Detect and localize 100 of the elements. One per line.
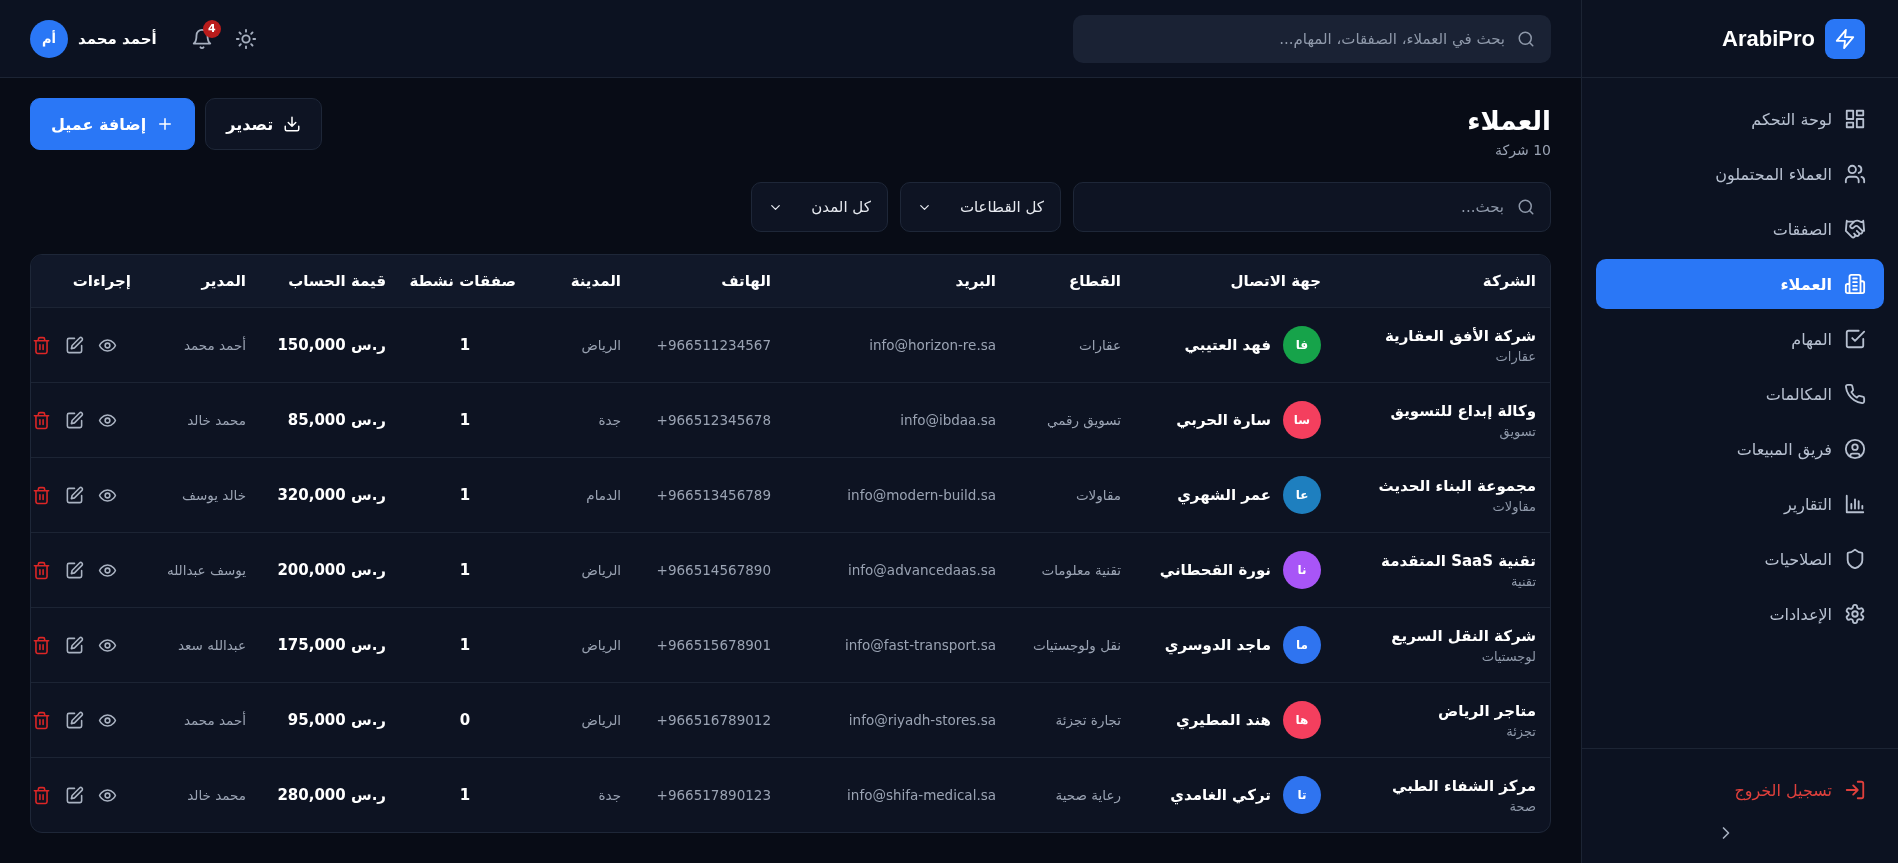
sidebar-item[interactable]: العملاء: [1596, 259, 1884, 309]
sidebar-item[interactable]: الصفقات: [1596, 204, 1884, 254]
company-sector: تقنية: [1511, 573, 1536, 589]
logout-icon: [1844, 779, 1866, 801]
delete-icon[interactable]: [32, 785, 51, 805]
users-icon: [1844, 163, 1866, 185]
logout-link[interactable]: تسجيل الخروج: [1614, 779, 1866, 801]
table-cell: 175,000 ر.س: [277, 636, 386, 654]
company-name: تقنية SaaS المتقدمة: [1381, 551, 1536, 570]
handshake-icon: [1844, 218, 1866, 240]
phone-cell: +966513456789: [656, 487, 771, 503]
edit-icon[interactable]: [65, 335, 84, 355]
contact-avatar: عا: [1283, 476, 1321, 514]
table-cell: 200,000 ر.س: [277, 561, 386, 579]
sector-dropdown[interactable]: كل القطاعات: [899, 182, 1061, 232]
contact-avatar: نا: [1283, 551, 1321, 589]
delete-icon[interactable]: [32, 485, 51, 505]
table-cell: 85,000 ر.س: [287, 411, 386, 429]
table-cell: محمد خالد: [187, 787, 246, 803]
column-header: الشركة: [1481, 272, 1537, 290]
edit-icon[interactable]: [65, 785, 84, 805]
edit-icon[interactable]: [65, 560, 84, 580]
email-cell: info@fast-transport.sa: [844, 637, 996, 653]
company-sector: تجزئة: [1506, 723, 1536, 739]
table-cell: 1: [459, 486, 471, 504]
table-cell: جدة: [598, 412, 621, 428]
sidebar-item[interactable]: فريق المبيعات: [1596, 424, 1884, 474]
delete-icon[interactable]: [32, 560, 51, 580]
email-cell: info@shifa-medical.sa: [847, 787, 996, 803]
contact-name: نورة القحطاني: [1159, 561, 1271, 579]
table-cell: عبدالله سعد: [178, 637, 246, 653]
table-cell: عقارات: [1079, 337, 1121, 353]
sidebar-item[interactable]: المكالمات: [1596, 369, 1884, 419]
contact-name: سارة الحربي: [1176, 411, 1271, 429]
column-header: المدير: [200, 272, 247, 290]
company-sector: لوجستيات: [1481, 648, 1536, 664]
sidebar-item[interactable]: الإعدادات: [1596, 589, 1884, 639]
email-cell: info@riyadh-stores.sa: [848, 712, 996, 728]
sidebar-item[interactable]: الصلاحيات: [1596, 534, 1884, 584]
contact-name: تركي الغامدي: [1170, 786, 1271, 804]
export-button[interactable]: تصدير: [205, 98, 323, 150]
column-header: صفقات نشطة: [408, 272, 517, 290]
contact-name: هند المطيري: [1175, 711, 1271, 729]
table-cell: 1: [459, 636, 471, 654]
delete-icon[interactable]: [32, 710, 51, 730]
delete-icon[interactable]: [32, 410, 51, 430]
company-name: شركة النقل السريع: [1391, 626, 1536, 645]
grid-icon: [1844, 108, 1866, 130]
phone-cell: +966515678901: [656, 637, 771, 653]
table-cell: 1: [459, 411, 471, 429]
delete-icon[interactable]: [32, 635, 51, 655]
search-field[interactable]: بحث في العملاء، الصفقات، المهام...: [1073, 14, 1551, 63]
download-icon: [283, 115, 302, 133]
user-name: أحمد محمد: [78, 29, 157, 48]
column-header: إجراءات: [71, 272, 132, 290]
table-cell: أحمد محمد: [183, 337, 246, 353]
phone-cell: +966516789012: [656, 712, 771, 728]
table-cell: الرياض: [581, 337, 621, 353]
sidebar-item[interactable]: المهام: [1596, 314, 1884, 364]
sidebar-item[interactable]: لوحة التحكم: [1596, 94, 1884, 144]
user-avatar[interactable]: أم: [30, 19, 68, 58]
edit-icon[interactable]: [65, 410, 84, 430]
table-cell: جدة: [598, 787, 621, 803]
company-sector: عقارات: [1495, 348, 1536, 364]
table-cell: 280,000 ر.س: [277, 786, 386, 804]
edit-icon[interactable]: [65, 635, 84, 655]
phone-cell: +966512345678: [656, 412, 771, 428]
table-cell: خالد يوسف: [182, 487, 246, 503]
company-count: 10 شركة: [1494, 142, 1551, 158]
contact-name: فهد العتيبي: [1184, 336, 1271, 354]
email-cell: info@modern-build.sa: [847, 487, 996, 503]
city-dropdown[interactable]: كل المدن: [751, 182, 888, 232]
table-cell: 0: [459, 711, 471, 729]
lightning-logo-icon: [1825, 18, 1865, 59]
table-cell: 1: [459, 561, 471, 579]
sun-icon[interactable]: [234, 27, 257, 50]
table-cell: تسويق رقمي: [1046, 412, 1121, 428]
table-cell: تجارة تجزئة: [1055, 712, 1121, 728]
edit-icon[interactable]: [65, 485, 84, 505]
add-client-button[interactable]: إضافة عميل: [30, 98, 196, 150]
delete-icon[interactable]: [32, 335, 51, 355]
column-header: المدينة: [569, 272, 622, 290]
brand-name: ArabiPro: [1722, 25, 1815, 52]
table-cell: مقاولات: [1075, 487, 1121, 503]
table-cell: رعاية صحية: [1055, 787, 1121, 803]
email-cell: info@ibdaa.sa: [900, 412, 996, 428]
table-cell: 1: [459, 336, 471, 354]
column-header: الهاتف: [720, 272, 772, 290]
column-header: قيمة الحساب: [287, 272, 387, 290]
table-cell: الدمام: [586, 487, 621, 503]
sidebar-item[interactable]: التقارير: [1596, 479, 1884, 529]
edit-icon[interactable]: [65, 710, 84, 730]
search-field[interactable]: بحث...: [1073, 182, 1551, 232]
table-cell: 150,000 ر.س: [277, 336, 386, 354]
phone-cell: +966514567890: [656, 562, 771, 578]
email-cell: info@advancedaas.sa: [848, 562, 996, 578]
table-cell: أحمد محمد: [183, 712, 246, 728]
page-title: العملاء: [1467, 106, 1551, 136]
sidebar-item[interactable]: العملاء المحتملون: [1596, 149, 1884, 199]
table-cell: 320,000 ر.س: [277, 486, 386, 504]
